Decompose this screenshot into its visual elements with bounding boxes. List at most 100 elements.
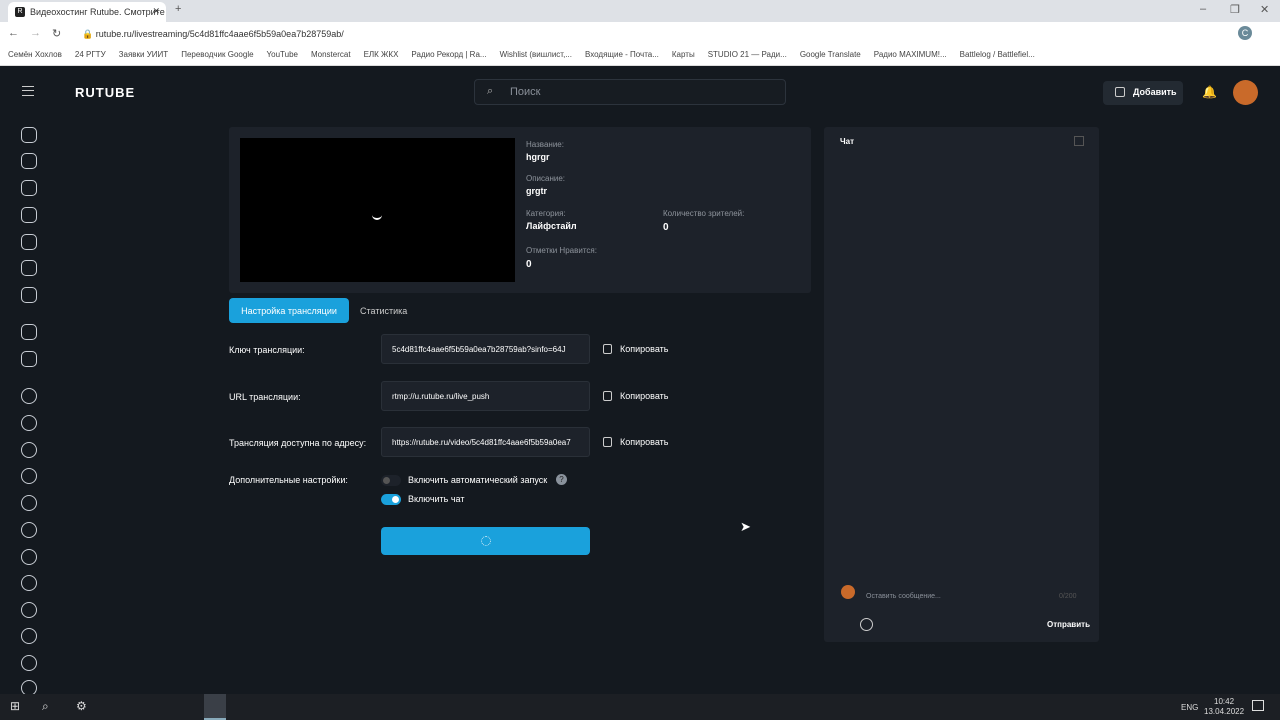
chat-toggle[interactable]	[381, 494, 401, 505]
forward-icon[interactable]: →	[30, 27, 41, 39]
sidebar-nav-icon[interactable]	[21, 287, 37, 303]
close-window-icon[interactable]: ✕	[1260, 3, 1269, 16]
help-icon[interactable]: ?	[556, 474, 567, 485]
sidebar-nav-icon[interactable]	[21, 234, 37, 250]
sidebar-nav-icon[interactable]	[21, 575, 37, 591]
category-value: Лайфстайл	[526, 221, 577, 231]
notifications-icon[interactable]	[1252, 700, 1264, 711]
bookmark-item[interactable]: Заявки УИИТ	[119, 50, 169, 61]
sidebar-nav-icon[interactable]	[21, 180, 37, 196]
chat-toggle-label: Включить чат	[408, 494, 465, 504]
close-tab-icon[interactable]: ✕	[152, 6, 160, 17]
emoji-icon[interactable]	[860, 618, 873, 631]
viewers-value: 0	[663, 222, 669, 233]
bookmark-item[interactable]: Радио MAXIMUM!...	[874, 50, 947, 61]
video-player[interactable]	[240, 138, 515, 282]
bookmark-item[interactable]: Переводчик Google	[181, 50, 253, 61]
search-icon[interactable]: ⌕	[42, 699, 49, 714]
url-input[interactable]: 🔒 rutube.ru/livestreaming/5c4d81ffc4aae6…	[82, 29, 344, 40]
address-bar: ← → ↻ 🔒 rutube.ru/livestreaming/5c4d81ff…	[0, 22, 1280, 46]
sidebar-nav-icon[interactable]	[21, 602, 37, 618]
search-icon: ⌕	[487, 85, 494, 97]
tab-settings[interactable]: Настройка трансляции	[229, 298, 349, 323]
likes-value: 0	[526, 259, 532, 270]
sidebar-nav-icon[interactable]	[21, 324, 37, 340]
sidebar-nav-icon[interactable]	[21, 153, 37, 169]
windows-taskbar: ⊞ ⌕ ⚙ ENG 10:42 13.04.2022	[0, 694, 1280, 720]
loading-spinner-icon	[480, 536, 491, 546]
back-icon[interactable]: ←	[8, 27, 19, 39]
profile-avatar[interactable]: C	[1238, 26, 1252, 40]
clock-date[interactable]: 13.04.2022	[1204, 707, 1244, 716]
field-label: URL трансляции:	[229, 392, 301, 402]
field-value-input[interactable]: 5c4d81ffc4aae6f5b59a0ea7b28759ab?sinfo=6…	[381, 334, 590, 364]
sidebar-nav-icon[interactable]	[21, 495, 37, 511]
new-tab-icon[interactable]: +	[175, 3, 181, 15]
send-button[interactable]: Отправить	[1047, 620, 1090, 629]
bookmark-item[interactable]: ЕЛК ЖКХ	[364, 50, 399, 61]
bookmark-item[interactable]: Карты	[672, 50, 695, 61]
field-value-input[interactable]: https://rutube.ru/video/5c4d81ffc4aae6f5…	[381, 427, 590, 457]
language-indicator[interactable]: ENG	[1181, 703, 1198, 712]
sidebar-nav-icon[interactable]	[21, 415, 37, 431]
restore-icon[interactable]: ❐	[1230, 3, 1240, 16]
bookmark-item[interactable]: Monstercat	[311, 50, 351, 61]
rutube-logo[interactable]: RUTUBE	[75, 85, 135, 100]
sidebar-nav-icon[interactable]	[21, 549, 37, 565]
viewers-label: Количество зрителей:	[663, 209, 745, 218]
sidebar-nav-icon[interactable]	[21, 468, 37, 484]
chat-avatar	[841, 585, 855, 599]
sidebar-nav-icon[interactable]	[21, 522, 37, 538]
sidebar-nav-icon[interactable]	[21, 655, 37, 671]
description-value: grgtr	[526, 186, 547, 196]
sidebar-nav-icon[interactable]	[21, 351, 37, 367]
minimize-icon[interactable]: –	[1200, 3, 1206, 15]
bookmark-item[interactable]: STUDIO 21 — Ради...	[708, 50, 787, 61]
chrome-taskbar-icon[interactable]	[204, 694, 226, 720]
search-input[interactable]: ⌕ Поиск	[474, 79, 786, 105]
chat-char-counter: 0/200	[1059, 593, 1077, 600]
chat-message-input[interactable]: Оставить сообщение...	[866, 593, 941, 600]
autostart-toggle[interactable]	[381, 475, 401, 486]
sidebar-nav-icon[interactable]	[21, 388, 37, 404]
copy-label: Копировать	[620, 437, 669, 447]
bookmark-item[interactable]: Радио Рекорд | Ra...	[411, 50, 486, 61]
browser-tab[interactable]: R Видеохостинг Rutube. Смотрите ✕	[8, 2, 166, 22]
likes-label: Отметки Нравится:	[526, 246, 597, 255]
settings-icon[interactable]: ⚙	[76, 699, 87, 713]
menu-icon[interactable]	[22, 86, 34, 96]
mouse-cursor-icon: ➤	[740, 519, 751, 534]
bookmark-item[interactable]: 24 РГТУ	[75, 50, 106, 61]
sidebar-nav-icon[interactable]	[21, 442, 37, 458]
bell-icon[interactable]: 🔔	[1202, 85, 1217, 99]
windows-start-icon[interactable]: ⊞	[10, 699, 20, 713]
rutube-favicon: R	[15, 7, 25, 17]
tab-statistics[interactable]: Статистика	[360, 298, 407, 323]
copy-button[interactable]: Копировать	[603, 437, 668, 447]
sidebar-nav-icon[interactable]	[21, 260, 37, 276]
save-button[interactable]	[381, 527, 590, 555]
bookmark-item[interactable]: Battlelog / Battlefiel...	[960, 50, 1035, 61]
add-button[interactable]: Добавить	[1103, 81, 1183, 105]
bookmark-item[interactable]: Wishlist (вишлист,...	[500, 50, 572, 61]
bookmark-item[interactable]: YouTube	[267, 50, 298, 61]
field-value-input[interactable]: rtmp://u.rutube.ru/live_push	[381, 381, 590, 411]
user-avatar[interactable]	[1233, 80, 1258, 105]
plus-icon	[1115, 87, 1125, 97]
copy-button[interactable]: Копировать	[603, 344, 668, 354]
sidebar-nav-icon[interactable]	[21, 207, 37, 223]
popout-icon[interactable]	[1074, 136, 1084, 146]
extra-settings-label: Дополнительные настройки:	[229, 475, 348, 485]
field-label: Ключ трансляции:	[229, 345, 305, 355]
autostart-label: Включить автоматический запуск	[408, 475, 548, 485]
copy-button[interactable]: Копировать	[603, 391, 668, 401]
reload-icon[interactable]: ↻	[52, 27, 61, 40]
copy-icon	[603, 391, 612, 401]
sidebar-nav-icon[interactable]	[21, 127, 37, 143]
bookmark-item[interactable]: Семён Хохлов	[8, 50, 62, 61]
sidebar-nav-icon[interactable]	[21, 628, 37, 644]
field-label: Трансляция доступна по адресу:	[229, 438, 367, 448]
bookmark-item[interactable]: Google Translate	[800, 50, 861, 61]
bookmark-item[interactable]: Входящие - Почта...	[585, 50, 659, 61]
clock-time[interactable]: 10:42	[1214, 697, 1234, 706]
